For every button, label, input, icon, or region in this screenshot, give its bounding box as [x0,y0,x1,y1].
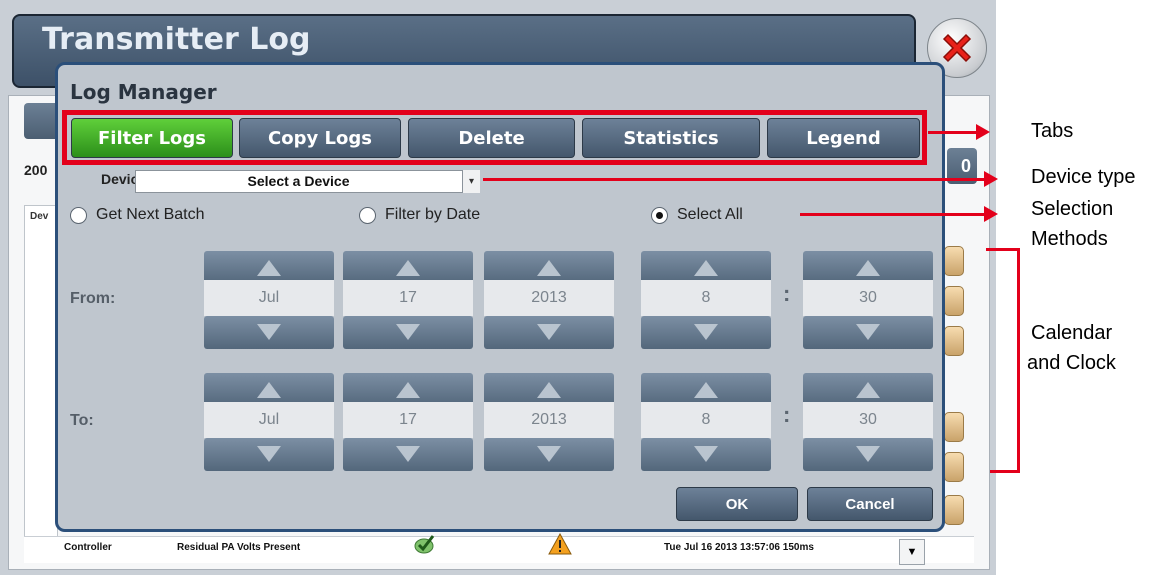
to-year-value: 2013 [484,402,614,438]
annotation-selection-2: Methods [1031,228,1108,250]
cancel-button[interactable]: Cancel [807,487,933,521]
arrow-up-icon [396,260,420,276]
row-device: Controller [64,542,112,553]
arrow-up-icon [856,260,880,276]
app-title: Transmitter Log [42,22,311,57]
calendar-bracket-top [986,248,1019,251]
scroll-bottom-button[interactable] [944,495,964,525]
arrow-up-icon [694,260,718,276]
from-day-value: 17 [343,280,473,316]
arrow-down-icon [856,324,880,340]
arrow-up-icon [396,382,420,398]
scroll-down-button[interactable] [944,412,964,442]
to-month-value: Jul [204,402,334,438]
from-month-decrement-button[interactable] [204,316,334,349]
arrow-up-icon [694,382,718,398]
from-minute-decrement-button[interactable] [803,316,933,349]
arrow-down-icon [856,446,880,462]
scroll-top-button[interactable] [944,246,964,276]
from-hour-decrement-button[interactable] [641,316,771,349]
warning-icon [548,533,572,555]
arrow-down-icon [257,324,281,340]
annotation-calendar-2: and Clock [1027,352,1116,374]
from-month-value: Jul [204,280,334,316]
from-label: From: [70,290,116,307]
from-day-decrement-button[interactable] [343,316,473,349]
annotation-device-type: Device type [1031,166,1136,188]
radio-label-select-all: Select All [677,206,743,223]
calendar-bracket-bottom [990,470,1020,473]
table-header-device: Dev [30,211,49,222]
to-hour-value: 8 [641,402,771,438]
log-table [24,205,58,537]
from-minute-value: 30 [803,280,933,316]
time-separator-to: : [783,402,791,427]
annotation-selection-1: Selection [1031,198,1114,220]
arrow-up-icon [537,382,561,398]
row-timestamp: Tue Jul 16 2013 13:57:06 150ms [664,542,814,553]
selection-callout-line [800,213,986,216]
radio-selected-dot [656,212,663,219]
scroll-page-up-button[interactable] [944,286,964,316]
radio-filter-by-date[interactable] [359,207,376,224]
from-year-decrement-button[interactable] [484,316,614,349]
tabs-callout-line [928,131,978,134]
radio-label-get-next-batch: Get Next Batch [96,206,205,223]
to-year-decrement-button[interactable] [484,438,614,471]
arrow-up-icon [257,260,281,276]
arrow-down-icon [537,446,561,462]
arrow-down-icon [257,446,281,462]
annotation-calendar-1: Calendar [1031,322,1113,344]
calendar-bracket-side [1017,248,1020,473]
arrow-down-icon [537,324,561,340]
radio-get-next-batch[interactable] [70,207,87,224]
scroll-up-button[interactable] [944,326,964,356]
chevron-down-icon[interactable]: ▾ [462,170,480,193]
arrow-up-icon [257,382,281,398]
from-year-value: 2013 [484,280,614,316]
arrow-down-icon [694,324,718,340]
device-select-value: Select a Device [247,173,350,189]
to-month-decrement-button[interactable] [204,438,334,471]
arrow-up-icon [537,260,561,276]
row-event: Residual PA Volts Present [177,542,301,553]
to-minute-decrement-button[interactable] [803,438,933,471]
tabs-highlight-box [62,110,927,165]
annotation-tabs: Tabs [1031,120,1074,142]
to-label: To: [70,412,94,429]
to-day-value: 17 [343,402,473,438]
to-day-decrement-button[interactable] [343,438,473,471]
tabs-arrow-icon [976,124,990,140]
arrow-up-icon [856,382,880,398]
arrow-down-icon [694,446,718,462]
arrow-down-icon [396,446,420,462]
log-count-left: 200 [24,162,48,178]
time-separator-from: : [783,281,791,306]
scroll-page-down-button[interactable] [944,452,964,482]
log-count-right-label: 0 [960,156,971,176]
ok-button[interactable]: OK [676,487,798,521]
from-hour-value: 8 [641,280,771,316]
device-arrow-icon [984,171,998,187]
check-icon [414,535,435,554]
selection-arrow-icon [984,206,998,222]
close-icon [942,33,972,63]
arrow-down-icon [396,324,420,340]
row-dropdown-button[interactable]: ▼ [899,539,925,565]
to-hour-decrement-button[interactable] [641,438,771,471]
dialog-title: Log Manager [70,80,217,104]
device-callout-line [483,178,986,181]
table-row[interactable] [24,536,974,563]
to-minute-value: 30 [803,402,933,438]
radio-label-filter-by-date: Filter by Date [385,206,481,223]
